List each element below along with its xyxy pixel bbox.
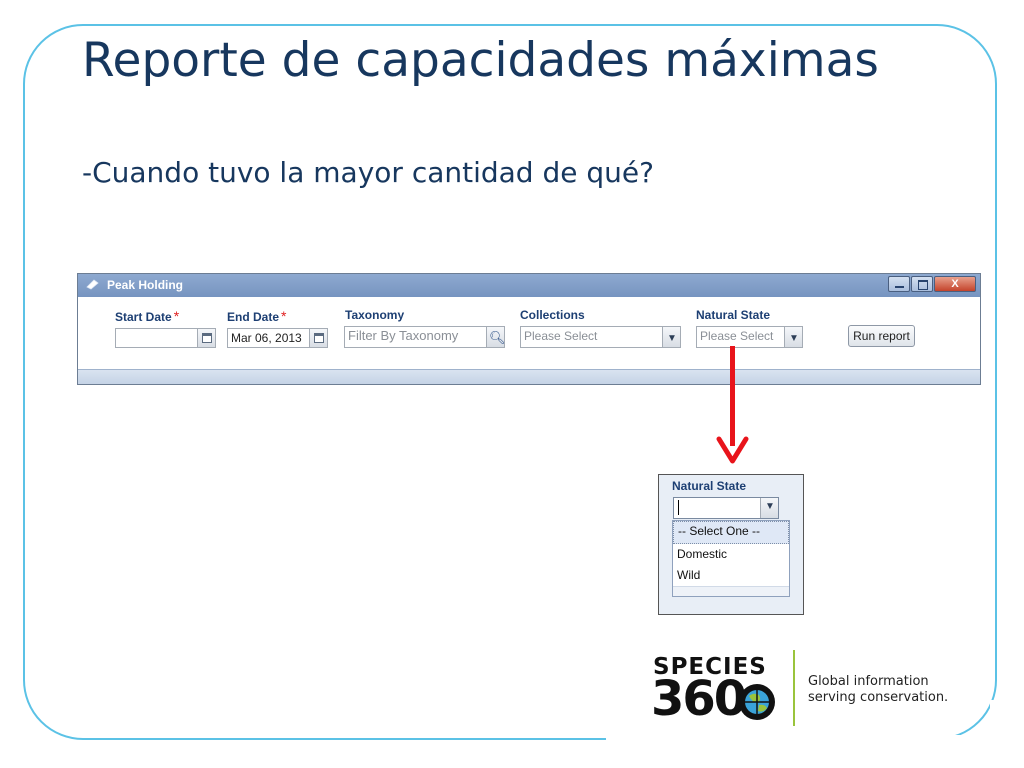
natural-state-dropdown-button[interactable]: ▼ [784, 327, 802, 347]
chevron-down-icon: ▼ [765, 501, 775, 512]
logo-360-text: 360 [651, 671, 747, 727]
maximize-icon [918, 280, 928, 290]
end-date-label: End Date * [227, 308, 286, 324]
required-mark: * [173, 308, 180, 324]
search-icon: 🔍︎ [489, 330, 506, 345]
chevron-down-icon: ▼ [789, 333, 799, 344]
maximize-button[interactable] [911, 276, 933, 292]
collections-select[interactable]: Please Select ▼ [520, 326, 681, 348]
frame-gap [606, 735, 1024, 749]
arrow-down-icon [716, 436, 749, 464]
text-caret [678, 500, 679, 515]
globe-icon [739, 684, 775, 720]
logo-divider [793, 650, 795, 726]
natural-state-select[interactable]: Please Select ▼ [696, 326, 803, 348]
close-icon: X [951, 278, 959, 290]
natural-state-label: Natural State [696, 308, 771, 322]
natural-state-dropdown-zoom: Natural State ▼ -- Select One -- Domesti… [658, 474, 804, 615]
natural-state-zoom-label: Natural State [672, 479, 747, 493]
logo-tagline: Global information serving conservation. [808, 674, 948, 706]
taxonomy-search-input[interactable]: Filter By Taxonomy 🔍︎ [344, 326, 506, 348]
start-date-label-text: Start Date [115, 310, 172, 324]
taxonomy-placeholder: Filter By Taxonomy [348, 328, 459, 343]
start-date-label: Start Date * [115, 308, 179, 324]
app-icon [86, 279, 99, 290]
slide-title: Reporte de capacidades máximas [82, 33, 879, 88]
start-date-picker-button[interactable] [197, 329, 215, 347]
collections-label: Collections [520, 308, 585, 322]
run-report-button[interactable]: Run report [848, 325, 915, 347]
calendar-icon [202, 333, 212, 343]
taxonomy-search-button[interactable]: 🔍︎ [486, 327, 506, 347]
option-wild[interactable]: Wild [673, 565, 789, 586]
natural-state-options-list: -- Select One -- Domestic Wild [672, 520, 790, 597]
required-mark: * [281, 308, 287, 324]
natural-state-zoom-dropdown-button[interactable]: ▼ [760, 498, 778, 518]
close-button[interactable]: X [934, 276, 976, 292]
slide-subtitle: -Cuando tuvo la mayor cantidad de qué? [82, 156, 654, 189]
end-date-label-text: End Date [227, 310, 280, 324]
minimize-button[interactable] [888, 276, 910, 292]
tagline-line-1: Global information [808, 674, 929, 689]
minimize-icon [895, 286, 904, 288]
natural-state-placeholder: Please Select [700, 329, 774, 343]
option-select-one[interactable]: -- Select One -- [673, 521, 789, 544]
end-date-value: Mar 06, 2013 [231, 331, 302, 345]
window-title: Peak Holding [107, 278, 184, 292]
list-resize-grip[interactable] [673, 586, 789, 596]
tagline-line-2: serving conservation. [808, 690, 949, 705]
natural-state-zoom-input[interactable]: ▼ [673, 497, 779, 519]
collections-placeholder: Please Select [524, 329, 598, 343]
window-footer [78, 369, 980, 384]
taxonomy-label: Taxonomy [345, 308, 405, 322]
start-date-field[interactable] [115, 328, 216, 348]
collections-dropdown-button[interactable]: ▼ [662, 327, 680, 347]
option-domestic[interactable]: Domestic [673, 544, 789, 565]
chevron-down-icon: ▼ [667, 333, 677, 344]
window-controls: X [887, 276, 976, 292]
window-titlebar[interactable]: Peak Holding X [78, 274, 980, 297]
arrow-shaft [730, 346, 735, 446]
calendar-icon [314, 333, 324, 343]
end-date-picker-button[interactable] [309, 329, 327, 347]
frame-gap-right [990, 700, 1002, 760]
end-date-field[interactable]: Mar 06, 2013 [227, 328, 328, 348]
